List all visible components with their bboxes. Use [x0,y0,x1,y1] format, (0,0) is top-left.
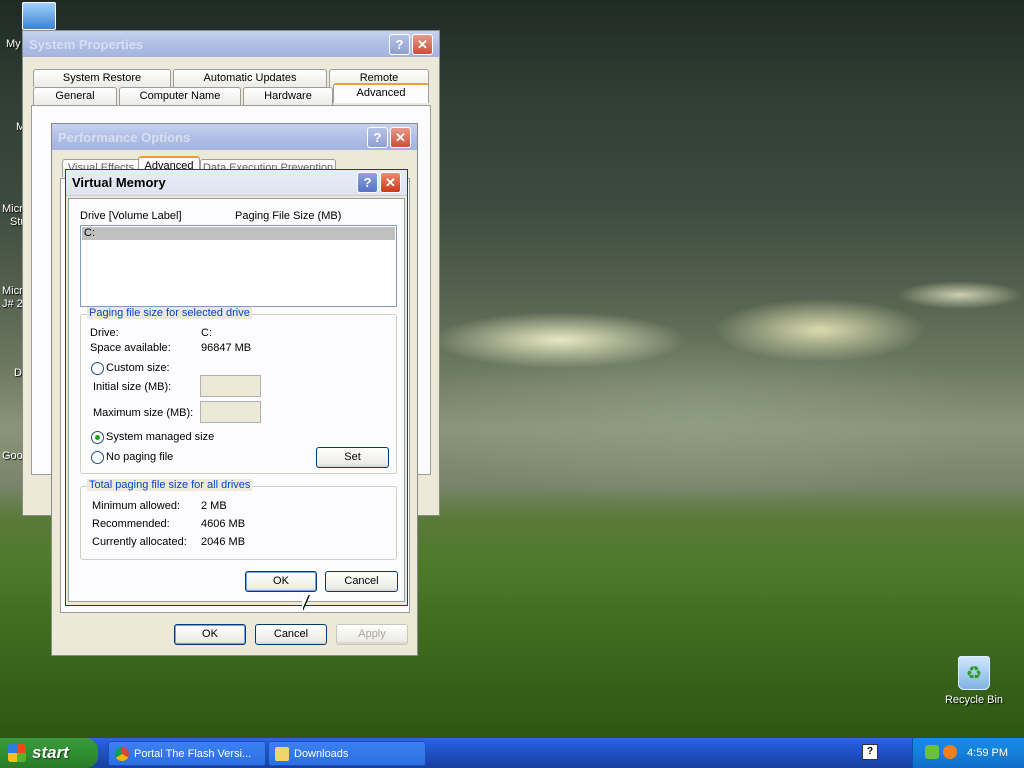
minimum-allowed-label: Minimum allowed: [92,500,181,512]
mouse-cursor [302,594,316,610]
set-button[interactable]: Set [316,447,389,468]
desktop-icon-label[interactable]: My [6,38,21,50]
tab-automatic-updates[interactable]: Automatic Updates [173,69,327,87]
close-button[interactable]: ✕ [390,126,411,148]
no-paging-label[interactable]: No paging file [106,451,173,463]
initial-size-input[interactable] [200,375,261,397]
recommended-value: 4606 MB [201,518,246,530]
total-paging-group-title: Total paging file size for all drives [87,479,253,491]
recycle-bin-icon: ♻ [958,656,990,690]
desktop-icon-label[interactable]: D [14,367,22,379]
windows-logo-icon [8,744,26,762]
desktop-icon-label[interactable]: Goo [2,450,23,462]
tab-advanced[interactable]: Advanced [333,83,429,103]
help-button[interactable]: ? [389,33,410,55]
window-title: System Properties [29,36,144,52]
desktop-icon-label[interactable]: Micr [2,203,23,215]
help-button[interactable]: ? [357,172,378,193]
minimum-allowed-value: 2 MB [201,500,227,512]
recycle-bin[interactable]: ♻ Recycle Bin [944,656,1004,706]
recycle-bin-label: Recycle Bin [944,694,1004,706]
help-button[interactable]: ? [367,126,388,148]
desktop-icon-label[interactable]: Micr [2,285,23,297]
drive-label: Drive: [90,327,119,339]
window-title: Virtual Memory [72,175,166,190]
selected-drive-group-title: Paging file size for selected drive [87,307,252,319]
clock[interactable]: 4:59 PM [967,747,1008,759]
recommended-label: Recommended: [92,518,170,530]
drive-value: C: [201,327,212,339]
system-managed-radio[interactable] [91,431,104,444]
system-properties-titlebar[interactable]: System Properties ? ✕ [23,31,439,57]
taskbar-item-portal[interactable]: Portal The Flash Versi... [108,741,266,766]
taskbar-item-downloads[interactable]: Downloads [268,741,426,766]
start-label: start [32,743,69,762]
close-button[interactable]: ✕ [412,33,433,55]
ok-button[interactable]: OK [245,571,317,592]
my-computer-icon[interactable] [22,2,56,30]
tab-computer-name[interactable]: Computer Name [119,87,241,105]
drive-column-header: Drive [Volume Label] [80,210,182,222]
tab-hardware[interactable]: Hardware [243,87,333,105]
performance-options-titlebar[interactable]: Performance Options ? ✕ [52,124,417,150]
language-bar-icon[interactable]: ? [862,744,878,760]
desktop-icon-label[interactable]: J# 2 [2,298,23,310]
apply-button[interactable]: Apply [336,624,408,645]
tab-general[interactable]: General [33,87,117,105]
drive-list-row[interactable]: C: [82,227,395,240]
total-paging-group: Total paging file size for all drives Mi… [80,479,397,560]
taskbar: start Portal The Flash Versi... Download… [0,738,1024,768]
currently-allocated-label: Currently allocated: [92,536,187,548]
window-title: Performance Options [58,129,191,145]
initial-size-label: Initial size (MB): [93,381,172,393]
maximum-size-input[interactable] [200,401,261,423]
virtual-memory-dialog: Virtual Memory ? ✕ Drive [Volume Label] … [65,169,408,606]
system-tray: 4:59 PM [912,738,1024,768]
space-available-value: 96847 MB [201,342,252,354]
no-paging-radio[interactable] [91,451,104,464]
custom-size-radio[interactable] [91,362,104,375]
currently-allocated-value: 2046 MB [201,536,246,548]
close-button[interactable]: ✕ [380,172,401,193]
search-icon[interactable] [943,745,957,759]
size-column-header: Paging File Size (MB) [235,210,342,222]
start-button[interactable]: start [0,738,98,768]
cancel-button[interactable]: Cancel [325,571,398,592]
chrome-icon [115,746,129,761]
folder-icon [275,746,289,761]
maximum-size-label: Maximum size (MB): [93,407,194,419]
network-icon[interactable] [925,745,939,759]
drive-list[interactable]: C: [80,225,397,307]
drive-list-drive: C: [84,227,95,239]
virtual-memory-titlebar[interactable]: Virtual Memory ? ✕ [66,170,407,196]
selected-drive-group: Paging file size for selected drive Driv… [80,307,397,474]
custom-size-label[interactable]: Custom size: [106,362,170,374]
tab-system-restore[interactable]: System Restore [33,69,171,87]
system-managed-label[interactable]: System managed size [106,431,214,443]
taskbar-item-label: Downloads [294,747,349,760]
space-available-label: Space available: [90,342,171,354]
ok-button[interactable]: OK [174,624,246,645]
taskbar-item-label: Portal The Flash Versi... [134,747,252,760]
cancel-button[interactable]: Cancel [255,624,327,645]
